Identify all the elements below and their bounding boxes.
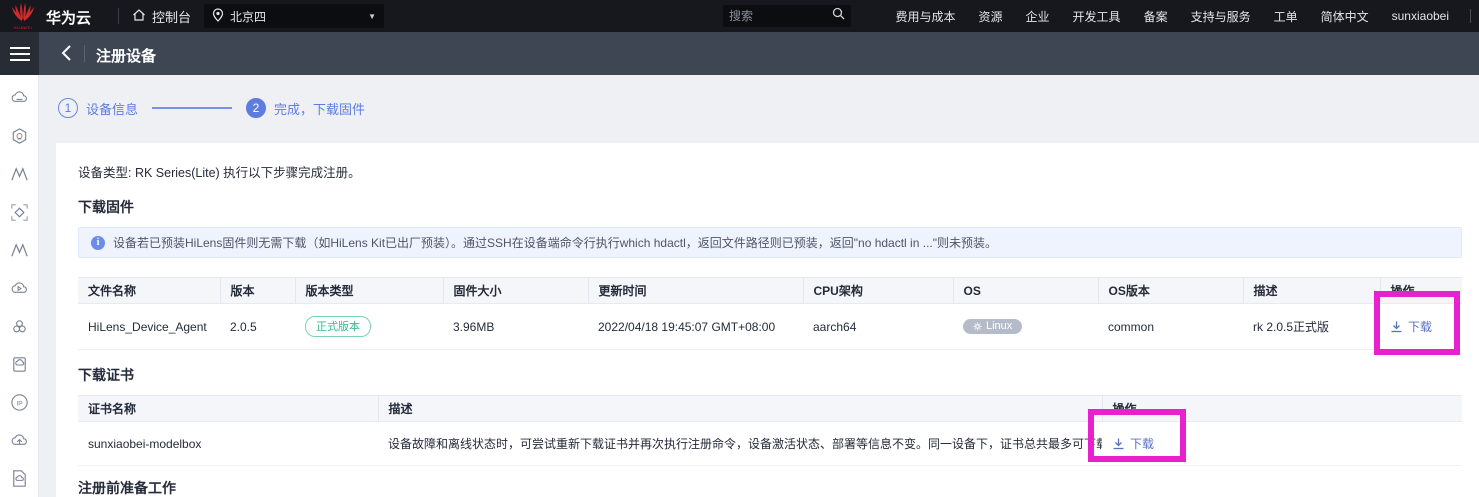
huawei-logo-icon[interactable]: HUAWEI (8, 2, 38, 30)
menu-item-resources[interactable]: 资源 (979, 8, 1003, 25)
menu-item-enterprise[interactable]: 企业 (1026, 8, 1050, 25)
col-description: 描述 (1243, 277, 1381, 304)
chevron-down-icon: ▼ (368, 11, 376, 21)
step-2-circle: 2 (246, 98, 267, 118)
firmware-table-header: 文件名称 版本 版本类型 固件大小 更新时间 CPU架构 OS OS版本 描述 … (78, 277, 1462, 304)
col-file-name: 文件名称 (78, 277, 221, 304)
cell-description: rk 2.0.5正式版 (1243, 303, 1380, 350)
col-cert-description: 描述 (378, 395, 1103, 422)
huawei-wordmark: HUAWEI (13, 25, 33, 30)
hexagon-service-icon[interactable] (9, 126, 30, 147)
top-navbar: HUAWEI 华为云 控制台 北京四 ▼ 费用与成本 资源 企业 开发工具 备案… (0, 0, 1479, 32)
top-menu: 费用与成本 资源 企业 开发工具 备案 支持与服务 工单 简体中文 sunxia… (896, 0, 1450, 32)
cell-size: 3.96MB (443, 303, 588, 350)
console-link[interactable]: 控制台 (132, 7, 191, 26)
nav-divider (118, 8, 119, 24)
card-cloud-icon[interactable] (9, 354, 30, 375)
certificate-table: 证书名称 描述 操作 sunxiaobei-modelbox 设备故障和离线状态… (78, 395, 1462, 466)
cell-cert-description: 设备故障和离线状态时，可尝试重新下载证书并再次执行注册命令，设备激活状态、部署等… (378, 421, 1102, 466)
cell-os-version: common (1098, 303, 1243, 350)
col-version: 版本 (220, 277, 296, 304)
menu-item-support[interactable]: 支持与服务 (1191, 8, 1251, 25)
home-icon (132, 8, 146, 25)
search-input[interactable] (729, 9, 832, 23)
col-version-type: 版本类型 (295, 277, 444, 304)
step-1-label: 设备信息 (86, 101, 139, 117)
menu-item-ticket[interactable]: 工单 (1274, 8, 1298, 25)
menu-item-language[interactable]: 简体中文 (1321, 8, 1369, 25)
scan-diamond-icon[interactable] (9, 202, 30, 223)
cell-cpu-arch: aarch64 (803, 303, 953, 350)
firmware-section-heading: 下载固件 (78, 199, 134, 215)
step-indicator: 1 设备信息 2 完成，下载固件 (58, 97, 365, 119)
col-cpu-arch: CPU架构 (803, 277, 954, 304)
header-divider (84, 45, 85, 62)
step-2-label: 完成，下载固件 (274, 101, 366, 117)
certificate-section-heading: 下载证书 (78, 367, 134, 383)
brand-name[interactable]: 华为云 (46, 7, 91, 28)
col-cert-action: 操作 (1102, 395, 1462, 422)
region-selector[interactable]: 北京四 ▼ (204, 4, 384, 28)
firmware-table: 文件名称 版本 版本类型 固件大小 更新时间 CPU架构 OS OS版本 描述 … (78, 277, 1462, 350)
certificate-table-header: 证书名称 描述 操作 (78, 395, 1462, 422)
ip-icon[interactable]: IP (9, 392, 30, 413)
info-icon: i (91, 235, 105, 250)
cell-updated: 2022/04/18 19:45:07 GMT+08:00 (588, 303, 803, 350)
firmware-download-button[interactable]: 下载 (1390, 318, 1432, 335)
menu-item-billing[interactable]: 费用与成本 (896, 8, 956, 25)
prepare-section-heading: 注册前准备工作 (78, 480, 176, 496)
col-os: OS (953, 277, 1099, 304)
cloud-upload-icon[interactable] (9, 430, 30, 451)
menu-item-username[interactable]: sunxiaobei (1392, 9, 1449, 23)
download-icon (1391, 321, 1402, 332)
page-title: 注册设备 (96, 48, 157, 65)
menu-item-devtools[interactable]: 开发工具 (1073, 8, 1121, 25)
cloud-icon[interactable] (9, 88, 30, 109)
download-icon (1113, 438, 1124, 449)
hamburger-menu-icon[interactable] (0, 32, 39, 75)
modelarts-dev-icon[interactable] (9, 240, 30, 261)
firmware-notice-banner: i 设备若已预装HiLens固件则无需下载（如HiLens Kit已出厂预装）。… (78, 227, 1462, 258)
cloud-play-icon[interactable] (9, 278, 30, 299)
nav-end-divider (1470, 9, 1471, 23)
location-pin-icon (212, 7, 224, 25)
cell-version: 2.0.5 (220, 303, 295, 350)
search-icon[interactable] (832, 7, 845, 25)
cluster-icon[interactable] (9, 316, 30, 337)
version-type-badge: 正式版本 (305, 316, 371, 337)
menu-item-filing[interactable]: 备案 (1144, 8, 1168, 25)
notice-text: 设备若已预装HiLens固件则无需下载（如HiLens Kit已出厂预装）。通过… (113, 236, 997, 250)
col-os-version: OS版本 (1098, 277, 1244, 304)
certificate-table-row: sunxiaobei-modelbox 设备故障和离线状态时，可尝试重新下载证书… (78, 421, 1462, 466)
svg-text:IP: IP (16, 400, 23, 407)
col-updated: 更新时间 (588, 277, 804, 304)
modelarts-icon[interactable] (9, 164, 30, 185)
region-value: 北京四 (230, 9, 267, 24)
search-box[interactable] (723, 5, 851, 27)
cell-file-name: HiLens_Device_Agent (78, 303, 220, 350)
console-label: 控制台 (152, 10, 192, 25)
os-badge: Linux (963, 319, 1023, 334)
back-button[interactable] (60, 44, 72, 67)
page-header-bar: 注册设备 (0, 32, 1479, 75)
left-sidebar: IP (0, 75, 39, 497)
col-size: 固件大小 (443, 277, 589, 304)
content-card: 设备类型: RK Series(Lite) 执行以下步骤完成注册。 下载固件 i… (56, 143, 1479, 497)
step-1-circle[interactable]: 1 (58, 98, 78, 118)
certificate-download-button[interactable]: 下载 (1112, 435, 1154, 452)
device-type-text: 设备类型: RK Series(Lite) 执行以下步骤完成注册。 (78, 166, 361, 180)
col-action: 操作 (1380, 277, 1462, 304)
col-cert-name: 证书名称 (78, 395, 379, 422)
gear-icon (973, 321, 982, 331)
step-connector (152, 107, 233, 109)
firmware-table-row: HiLens_Device_Agent 2.0.5 正式版本 3.96MB 20… (78, 303, 1462, 350)
doc-cloud-icon[interactable] (9, 468, 30, 489)
cell-cert-name: sunxiaobei-modelbox (78, 421, 378, 466)
